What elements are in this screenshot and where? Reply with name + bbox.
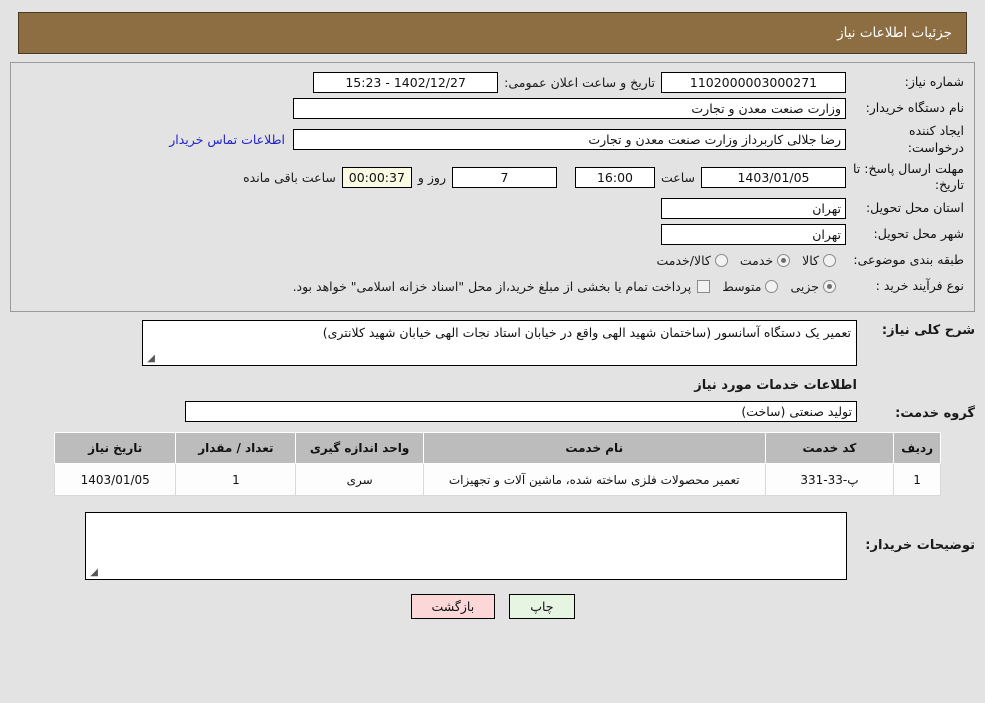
treasury-checkbox[interactable] <box>697 279 711 293</box>
classification-label-kala-khedmat: کالا/خدمت <box>656 252 711 268</box>
resize-grip-icon[interactable]: ◢ <box>145 354 155 364</box>
th-service-name: نام خدمت <box>422 432 766 465</box>
cell-service-name: تعمیر محصولات فلزی ساخته شده، ماشین آلات… <box>422 463 766 497</box>
deadline-hour-label: ساعت <box>660 169 695 185</box>
classification-radio-khedmat[interactable] <box>777 253 791 267</box>
city-value: تهران <box>661 223 846 245</box>
row-process-type: نوع فرآیند خرید : جزیی متوسط پرداخت تمام… <box>21 275 964 297</box>
classification-radio-kala[interactable] <box>823 253 836 267</box>
creator-value: رضا جلالی کاربرداز وزارت صنعت معدن و تجا… <box>293 129 846 151</box>
table-header-row: ردیف کد خدمت نام خدمت واحد اندازه گیری ت… <box>53 432 941 465</box>
cell-service-code: پ-33-331 <box>764 463 895 497</box>
row-creator: ایجاد کننده درخواست: رضا جلالی کاربرداز … <box>21 123 964 157</box>
remaining-suffix-label: ساعت باقی مانده <box>243 169 336 185</box>
deadline-time-value: 16:00 <box>574 166 655 188</box>
classification-label: طبقه بندی موضوعی: <box>853 251 964 267</box>
service-group-label: گروه خدمت: <box>895 405 975 421</box>
th-service-code: کد خدمت <box>764 432 895 465</box>
row-classification: طبقه بندی موضوعی: کالا خدمت کالا/خدمت <box>21 249 964 271</box>
deadline-date-value: 1403/01/05 <box>701 166 846 188</box>
cell-quantity: 1 <box>175 463 297 497</box>
row-province: استان محل تحویل: تهران <box>21 197 964 219</box>
treasury-text: پرداخت تمام یا بخشی از مبلغ خرید،از محل … <box>292 278 692 294</box>
service-group-value: تولید صنعتی (ساخت) <box>185 401 857 423</box>
process-radio-motevaset[interactable] <box>765 279 779 293</box>
table-row: 1 پ-33-331 تعمیر محصولات فلزی ساخته شده،… <box>53 463 941 497</box>
process-label-jozei: جزیی <box>790 278 819 294</box>
classification-radio-kala-khedmat[interactable] <box>714 253 728 267</box>
services-table-wrap: ردیف کد خدمت نام خدمت واحد اندازه گیری ت… <box>53 432 941 497</box>
province-label: استان محل تحویل: <box>865 199 964 215</box>
days-and-label: روز و <box>417 169 446 185</box>
remaining-days-value: 7 <box>451 166 557 188</box>
description-label: شرح کلی نیاز: <box>881 323 975 339</box>
classification-label-kala: کالا <box>802 252 819 268</box>
th-radif: ردیف <box>893 432 941 465</box>
services-section: شرح کلی نیاز: تعمیر یک دستگاه آسانسور (س… <box>10 312 975 501</box>
process-radio-jozei[interactable] <box>823 279 836 293</box>
services-table: ردیف کد خدمت نام خدمت واحد اندازه گیری ت… <box>53 432 941 497</box>
footer-actions: چاپ بازگشت <box>0 594 985 620</box>
cell-need-date: 1403/01/05 <box>53 463 177 497</box>
services-heading: اطلاعات خدمات مورد نیاز <box>694 378 857 394</box>
classification-label-khedmat: خدمت <box>739 252 774 268</box>
need-number-value: 1102000003000271 <box>661 71 846 93</box>
back-button[interactable]: بازگشت <box>410 594 496 620</box>
cell-unit: سری <box>295 463 424 497</box>
buyer-org-label: نام دستگاه خریدار: <box>865 99 964 115</box>
th-quantity: تعداد / مقدار <box>175 432 297 465</box>
buyer-org-value: وزارت صنعت معدن و تجارت <box>293 97 846 119</box>
need-details-panel: شماره نیاز: 1102000003000271 تاریخ و ساع… <box>10 62 975 313</box>
need-number-label: شماره نیاز: <box>904 73 964 89</box>
buyer-comments-textarea[interactable]: ◢ <box>85 512 847 581</box>
process-label-motevaset: متوسط <box>722 278 762 294</box>
buyer-comments-row: توضیحات خریدار: ◢ <box>10 512 975 581</box>
cell-radif: 1 <box>893 463 941 497</box>
row-buyer-org: نام دستگاه خریدار: وزارت صنعت معدن و تجا… <box>21 97 964 119</box>
page-header: جزئیات اطلاعات نیاز <box>18 12 967 54</box>
process-type-label: نوع فرآیند خرید : <box>875 277 964 293</box>
row-need-number: شماره نیاز: 1102000003000271 تاریخ و ساع… <box>21 71 964 93</box>
remaining-countdown: 00:00:37 <box>341 166 412 188</box>
print-button[interactable]: چاپ <box>509 594 575 620</box>
province-value: تهران <box>661 197 846 219</box>
th-need-date: تاریخ نیاز <box>53 432 177 465</box>
deadline-label: مهلت ارسال پاسخ: تا تاریخ: <box>853 160 964 192</box>
row-service-group: گروه خدمت: تولید صنعتی (ساخت) <box>10 401 975 423</box>
city-label: شهر محل تحویل: <box>873 225 964 241</box>
resize-grip-icon-comments[interactable]: ◢ <box>88 568 98 578</box>
description-value: تعمیر یک دستگاه آسانسور (ساختمان شهید ال… <box>322 325 851 341</box>
public-announce-value: 1402/12/27 - 15:23 <box>313 71 499 93</box>
public-announce-label: تاریخ و ساعت اعلان عمومی: <box>504 74 655 90</box>
description-textarea[interactable]: تعمیر یک دستگاه آسانسور (ساختمان شهید ال… <box>142 320 857 367</box>
row-deadline: مهلت ارسال پاسخ: تا تاریخ: 1403/01/05 سا… <box>21 161 964 194</box>
buyer-contact-link[interactable]: اطلاعات تماس خریدار <box>161 132 293 147</box>
row-general-description: شرح کلی نیاز: تعمیر یک دستگاه آسانسور (س… <box>10 320 975 367</box>
page-title: جزئیات اطلاعات نیاز <box>837 25 952 41</box>
row-city: شهر محل تحویل: تهران <box>21 223 964 245</box>
buyer-comments-label: توضیحات خریدار: <box>865 538 975 554</box>
th-unit: واحد اندازه گیری <box>295 432 424 465</box>
creator-label: ایجاد کننده درخواست: <box>907 123 964 155</box>
